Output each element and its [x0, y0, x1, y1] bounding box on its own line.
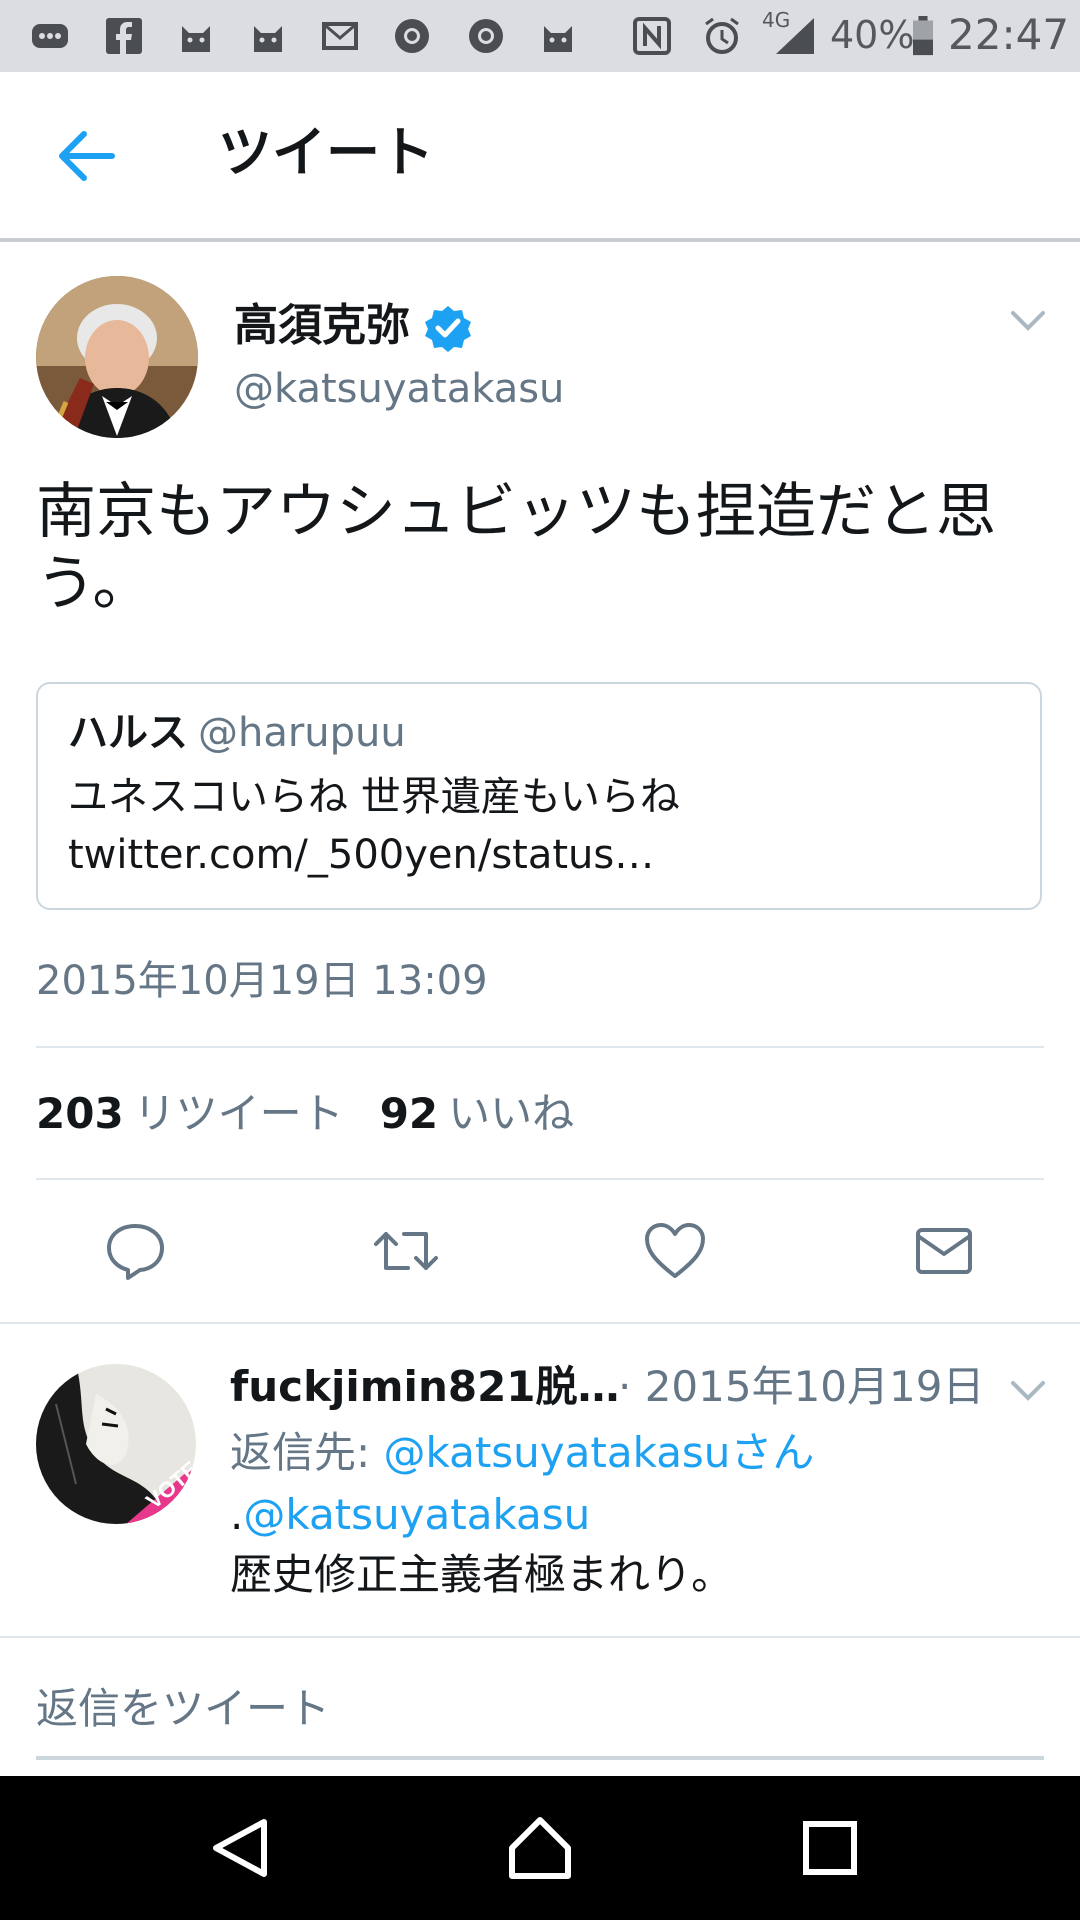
like-stat[interactable]: 92 いいね	[380, 1089, 574, 1138]
quoted-tweet-text: ユネスコいらね 世界遺産もいらね twitter.com/_500yen/sta…	[68, 774, 680, 878]
alarm-icon	[705, 17, 739, 54]
facebook-icon	[106, 18, 142, 54]
retweet-stat[interactable]: 203 リツイート	[36, 1089, 344, 1138]
cat-app-icon	[254, 26, 282, 52]
battery-icon	[913, 16, 933, 56]
reply-text: 歴史修正主義者極まれり。	[230, 1550, 734, 1599]
nfc-icon	[633, 17, 671, 55]
quoted-author-handle: @harupuu	[198, 710, 406, 756]
like-count: 92	[379, 1089, 439, 1138]
status-bar: 4G 40% 22:47	[0, 0, 1080, 72]
quoted-tweet-author: ハルス @harupuu	[68, 706, 406, 760]
divider	[0, 1636, 1080, 1638]
quoted-author-name: ハルス	[68, 710, 188, 756]
clock: 22:47	[948, 10, 1070, 59]
signal-icon	[776, 18, 814, 54]
verified-badge-icon	[425, 306, 471, 352]
cat-app-icon	[544, 26, 572, 52]
like-icon[interactable]	[644, 1222, 706, 1280]
like-label: いいね	[448, 1089, 575, 1138]
reply-date: · 2015年10月19日	[618, 1362, 985, 1411]
reply-to-handle-link[interactable]: @katsuyatakasuさん	[384, 1428, 815, 1477]
chrome-icon	[469, 19, 503, 53]
author-handle[interactable]: @katsuyatakasu	[234, 362, 564, 416]
battery-percent: 40%	[830, 13, 915, 57]
cat-app-icon	[182, 26, 210, 52]
reply-author-avatar[interactable]: VOTE	[36, 1364, 196, 1524]
direct-message-icon[interactable]	[914, 1222, 974, 1280]
mention-link[interactable]: @katsuyatakasu	[243, 1490, 590, 1539]
author-avatar[interactable]	[36, 276, 198, 438]
header-divider	[0, 238, 1080, 242]
reply-mention-line: .@katsuyatakasu	[230, 1486, 590, 1544]
reply-input[interactable]: 返信をツイート	[36, 1680, 330, 1738]
back-arrow-icon[interactable]	[54, 128, 118, 184]
chevron-down-icon[interactable]	[1010, 310, 1046, 332]
tweet-stats: 203 リツイート 92 いいね	[36, 1086, 574, 1142]
chevron-down-icon[interactable]	[1010, 1380, 1046, 1402]
page-title: ツイート	[218, 121, 434, 184]
author-name[interactable]: 高須克弥	[234, 296, 410, 356]
reply-to-label: 返信先:	[230, 1428, 384, 1477]
nav-home-icon[interactable]	[506, 1814, 574, 1882]
retweet-label: リツイート	[133, 1089, 344, 1138]
system-nav-bar	[0, 1776, 1080, 1920]
reply-to-line: 返信先: @katsuyatakasuさん	[230, 1424, 814, 1482]
message-icon	[32, 24, 68, 48]
nav-recents-icon[interactable]	[796, 1814, 864, 1882]
reply-icon[interactable]	[104, 1222, 166, 1280]
retweet-count: 203	[36, 1089, 124, 1138]
tweet-timestamp: 2015年10月19日 13:09	[36, 958, 488, 1004]
divider	[36, 1178, 1044, 1180]
nav-back-icon[interactable]	[206, 1814, 274, 1882]
gmail-icon	[322, 22, 358, 50]
reply-input-underline	[36, 1756, 1044, 1760]
reply-author-name[interactable]: fuckjimin821脱…	[230, 1358, 620, 1416]
divider	[0, 1322, 1080, 1324]
quoted-tweet-card[interactable]: ハルス @harupuu ユネスコいらね 世界遺産もいらね twitter.com…	[36, 682, 1042, 910]
tweet-text: 南京もアウシュビッツも捏造だと思う。	[36, 477, 996, 619]
divider	[36, 1046, 1044, 1048]
mention-prefix: .	[230, 1490, 244, 1539]
chrome-icon	[395, 19, 429, 53]
retweet-icon[interactable]	[372, 1222, 440, 1280]
app-header	[0, 72, 1080, 240]
